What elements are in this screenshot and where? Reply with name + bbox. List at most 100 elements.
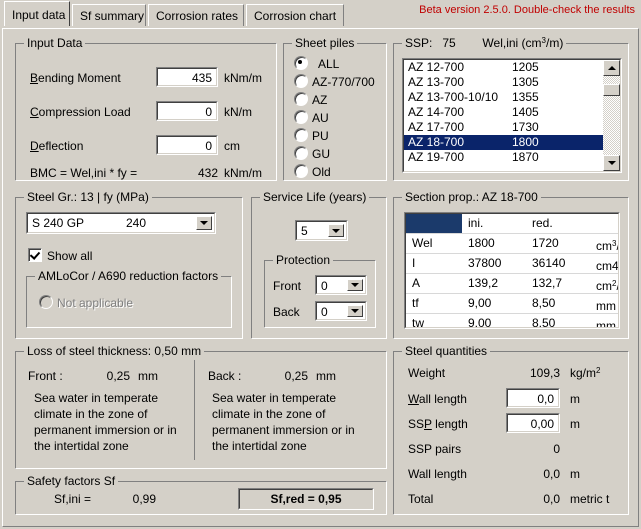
loss-back-label: Back : (208, 369, 242, 383)
compression-load-value: 0 (157, 102, 217, 120)
radio-sheet-pile-all[interactable]: ALL (294, 56, 339, 71)
weight-label: Weight (408, 366, 446, 380)
tab-sf-summary[interactable]: Sf summary (72, 4, 146, 26)
radio-sheet-pile-gu[interactable]: GU (294, 146, 330, 161)
row-ini: 139,2 (468, 276, 499, 290)
scrollbar-track[interactable] (603, 76, 620, 155)
group-protection-title: Protection (273, 253, 334, 267)
tab-input-data-label: Input data (12, 8, 66, 22)
list-item[interactable]: AZ 19-700 1870 (404, 150, 620, 165)
protection-front-combo[interactable]: 0 (315, 275, 367, 295)
bending-moment-label: Bending Moment (30, 71, 121, 85)
application-window: Input data Sf summary Corrosion rates Co… (0, 0, 641, 529)
row-key: tw (412, 316, 424, 328)
weight-unit: kg/m2 (570, 366, 601, 380)
radio-dot-icon (294, 146, 308, 160)
tab-input-data[interactable]: Input data (4, 1, 70, 26)
ssp-list-scrollbar[interactable] (603, 60, 620, 171)
service-life-combo[interactable]: 5 (295, 220, 348, 241)
chevron-down-icon[interactable] (347, 305, 363, 317)
list-item[interactable]: AZ 13-700-10/10 1355 (404, 90, 620, 105)
bmc-value: 432 (197, 166, 218, 180)
ssp-length-input[interactable]: 0,00 (506, 413, 560, 433)
wall-length-input[interactable]: 0,0 (506, 388, 560, 408)
deflection-input[interactable]: 0 (156, 135, 218, 155)
radio-sheet-pile-az[interactable]: AZ (294, 92, 327, 107)
protection-front-value: 0 (321, 279, 328, 293)
list-item[interactable]: AZ 12-700 1205 (404, 60, 620, 75)
table-header-red: red. (532, 216, 553, 230)
radio-dot-icon (294, 110, 308, 124)
group-reduction-factors-title: AMLoCor / A690 reduction factors (35, 269, 222, 283)
beta-version-notice: Beta version 2.5.0. Double-check the res… (419, 4, 635, 16)
tab-strip: Input data Sf summary Corrosion rates Co… (0, 0, 641, 27)
radio-sheet-pile-gu-label: GU (312, 147, 330, 161)
chevron-down-icon[interactable] (347, 279, 363, 291)
group-input-data: Input Data Bending Moment 435 kNm/m Comp… (15, 36, 277, 181)
radio-sheet-pile-az-label: AZ (312, 93, 328, 107)
row-red: 36140 (532, 256, 566, 270)
row-unit: cm2/m (596, 279, 618, 293)
group-ssp-list-title: SSP: 75 Wel,ini (cm3/m) (402, 36, 567, 50)
ssp-wel: 1730 (512, 120, 539, 134)
show-all-checkbox[interactable]: Show all (28, 248, 92, 263)
sf-red-value: Sf,red = 0,95 (239, 489, 373, 509)
radio-dot-icon (294, 74, 308, 88)
group-sheet-piles-title: Sheet piles (292, 36, 358, 50)
wall-length-input-label: Wall length (408, 392, 467, 406)
group-input-data-title: Input Data (24, 36, 86, 50)
ssp-pairs-value: 0 (553, 442, 560, 456)
protection-back-label: Back (273, 305, 300, 319)
bending-moment-value: 435 (157, 68, 217, 86)
scroll-up-icon[interactable] (603, 60, 620, 76)
group-loss-of-thickness-title: Loss of steel thickness: 0,50 mm (24, 344, 205, 358)
row-ini: 37800 (468, 256, 502, 270)
group-steel-grade-title: Steel Gr.: 13 | fy (MPa) (24, 190, 152, 204)
tab-corrosion-rates[interactable]: Corrosion rates (148, 4, 244, 26)
radio-dot-icon (294, 164, 308, 178)
deflection-unit: cm (224, 139, 240, 153)
list-item[interactable]: AZ 13-700 1305 (404, 75, 620, 90)
group-steel-grade: Steel Gr.: 13 | fy (MPa) S 240 GP 240 Sh… (15, 190, 243, 339)
ssp-wel: 1405 (512, 105, 539, 119)
radio-sheet-pile-pu[interactable]: PU (294, 128, 329, 143)
steel-grade-name: S 240 GP (32, 216, 85, 230)
chevron-down-icon[interactable] (328, 224, 344, 237)
radio-dot-icon (39, 295, 53, 309)
table-row: tf 9,00 8,50 mm (406, 294, 618, 314)
protection-back-combo[interactable]: 0 (315, 301, 367, 321)
deflection-value: 0 (157, 136, 217, 154)
group-reduction-factors: AMLoCor / A690 reduction factors Not app… (26, 269, 232, 328)
list-item[interactable]: AZ 14-700 1405 (404, 105, 620, 120)
group-safety-factors: Safety factors Sf Sf,ini = 0,99 Sf,red =… (15, 474, 387, 515)
radio-sheet-pile-az770[interactable]: AZ-770/700 (294, 74, 375, 89)
wall-length-calc-unit: m (570, 467, 580, 481)
radio-sheet-pile-all-label: ALL (318, 57, 340, 71)
compression-load-input[interactable]: 0 (156, 101, 218, 121)
row-ini: 1800 (468, 236, 495, 250)
steel-grade-combo[interactable]: S 240 GP 240 (26, 212, 216, 234)
sf-ini-value: 0,99 (132, 492, 156, 506)
list-item[interactable]: AZ 17-700 1730 (404, 120, 620, 135)
row-key: I (412, 256, 416, 270)
ssp-length-input-label: SSP length (408, 417, 468, 431)
radio-sheet-pile-au[interactable]: AU (294, 110, 329, 125)
scroll-down-icon[interactable] (603, 155, 620, 171)
ssp-listbox[interactable]: AZ 12-700 1205 AZ 13-700 1305 AZ 13-700-10… (402, 58, 622, 173)
chevron-down-icon[interactable] (196, 216, 212, 230)
group-ssp-list: SSP: 75 Wel,ini (cm3/m) AZ 12-700 1205 AZ… (393, 36, 629, 181)
tab-corrosion-chart[interactable]: Corrosion chart (246, 4, 344, 26)
wel-ini-header-tail: /m) (545, 36, 564, 50)
wall-length-input-value: 0,0 (507, 389, 559, 407)
radio-sheet-pile-old[interactable]: Old (294, 164, 331, 179)
sf-red-badge: Sf,red = 0,95 (238, 488, 374, 510)
panel-divider (194, 360, 195, 460)
wall-length-calc-label: Wall length (408, 467, 467, 481)
scrollbar-thumb[interactable] (603, 84, 620, 96)
bending-moment-input[interactable]: 435 (156, 67, 218, 87)
ssp-name: AZ 14-700 (408, 105, 465, 119)
row-red: 8,50 (532, 296, 556, 310)
group-service-life: Service Life (years) 5 Protection Front … (251, 190, 387, 339)
list-item-selected[interactable]: AZ 18-700 1800 (404, 135, 620, 150)
radio-not-applicable-label: Not applicable (57, 296, 134, 310)
